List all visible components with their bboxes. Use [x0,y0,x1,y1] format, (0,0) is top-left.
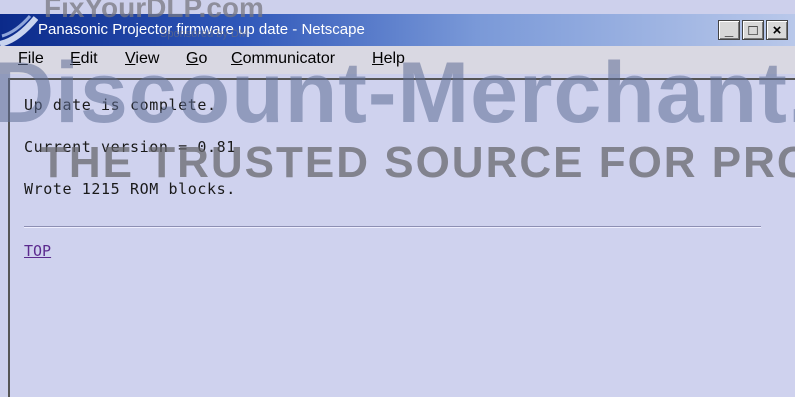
watermark-tagline: THE TRUSTED SOURCE FOR PROJECTOR [40,138,795,187]
watermark-site: FixYourDLP.com [44,0,264,23]
browser-window: Panasonic Projector firmware up date - N… [0,0,795,397]
watermark-sponsor: Sponsored by DM [160,28,249,40]
horizontal-rule [24,226,761,228]
maximize-button[interactable]: □ [742,20,764,40]
close-button[interactable]: × [766,20,788,40]
minimize-button[interactable]: _ [718,20,740,40]
top-link[interactable]: TOP [24,242,51,260]
netscape-logo-icon [0,15,38,46]
watermark-brand: Discount-Merchant.com [0,45,795,141]
